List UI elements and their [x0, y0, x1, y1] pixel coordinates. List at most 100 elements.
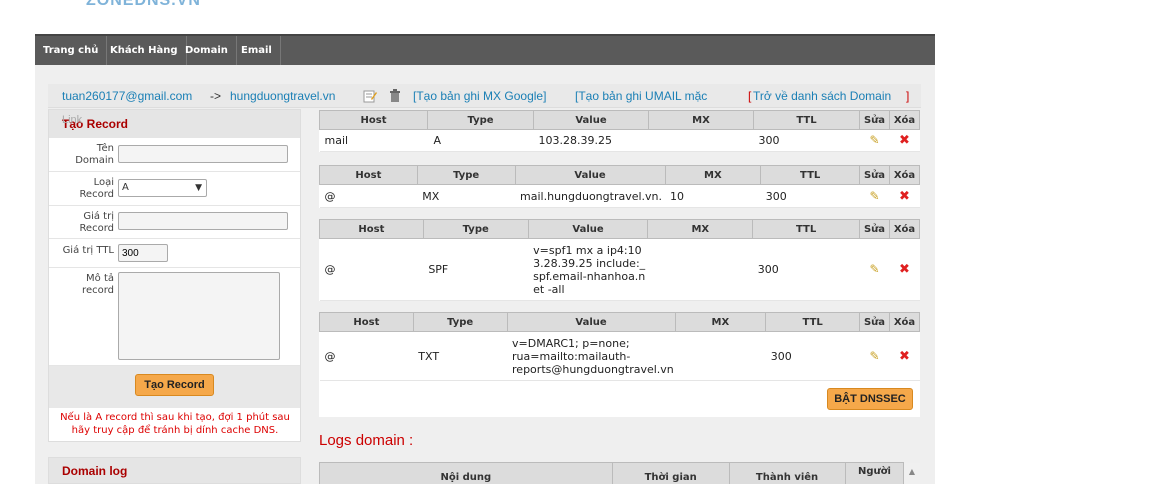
delete-cell: ✖ — [889, 331, 920, 381]
cell-host: @ — [319, 184, 418, 208]
header-content: Nội dung — [319, 462, 613, 484]
ttl-label: Giá trị TTL — [62, 245, 114, 256]
delete-cell: ✖ — [889, 129, 920, 152]
header-value: Value — [506, 312, 676, 332]
row-ttl: Giá trị TTL — [49, 239, 300, 268]
header-delete: Xóa — [888, 219, 921, 239]
header-type: Type — [412, 312, 508, 332]
header-type: Type — [416, 165, 516, 185]
cell-mx: 10 — [665, 184, 761, 208]
cell-host: @ — [319, 331, 414, 381]
header-host: Host — [319, 219, 424, 239]
create-umail-link[interactable]: [Tạo bản ghi UMAIL mặc — [575, 89, 707, 103]
header-member: Thành viên — [728, 462, 846, 484]
domain-link[interactable]: hungduongtravel.vn — [230, 89, 335, 103]
header-mx: MX — [674, 312, 767, 332]
header-type: Type — [422, 219, 529, 239]
page: ZONEDNS.VN Trang chủ Khách Hàng Domain E… — [0, 0, 1162, 484]
pencil-icon[interactable]: ✎ — [868, 134, 881, 146]
ttl-input[interactable] — [118, 244, 168, 262]
domain-log-panel-title: Domain log — [48, 457, 301, 484]
table-row: @ MX mail.hungduongtravel.vn. 10 300 ✎ ✖ — [319, 184, 920, 208]
record-value-label: Giá trị Record — [79, 211, 114, 234]
pencil-icon[interactable]: ✎ — [868, 350, 881, 362]
record-table-spf: Host Type Value MX TTL Sửa Xóa @ SPF v=s… — [319, 219, 921, 301]
header-delete: Xóa — [889, 312, 920, 332]
pencil-icon[interactable]: ✎ — [868, 190, 881, 202]
account-link[interactable]: tuan260177@gmail.com — [62, 89, 192, 103]
cell-value: 103.28.39.25 — [533, 129, 649, 152]
header-value: Value — [514, 165, 666, 185]
back-bracket-close: ] — [906, 89, 910, 103]
site-logo[interactable]: ZONEDNS.VN — [86, 0, 201, 10]
cell-value: v=DMARC1; p=none; rua=mailto:mailauth-re… — [507, 331, 676, 381]
scroll-up-icon[interactable]: ▲ — [904, 465, 920, 484]
header-edit: Sửa — [859, 165, 890, 185]
cell-mx — [648, 129, 754, 152]
cell-value: mail.hungduongtravel.vn. — [515, 184, 666, 208]
create-record-title: Link Tạo Record — [49, 110, 300, 138]
cell-type: TXT — [413, 331, 508, 381]
delete-cell: ✖ — [889, 184, 920, 208]
create-mx-google-link[interactable]: [Tạo bản ghi MX Google] — [413, 89, 546, 103]
nav-email[interactable]: Email — [233, 36, 281, 65]
x-icon[interactable]: ✖ — [899, 190, 910, 203]
trash-icon[interactable] — [388, 89, 401, 102]
cell-host: @ — [319, 238, 424, 301]
domain-topbar: tuan260177@gmail.com -> hungduongtravel.… — [48, 84, 921, 108]
back-to-domain-list-link[interactable]: Trở về danh sách Domain — [753, 89, 891, 103]
header-value: Value — [533, 110, 649, 130]
header-edit: Sửa — [859, 312, 890, 332]
header-ttl: TTL — [765, 312, 861, 332]
table-row: mail A 103.28.39.25 300 ✎ ✖ — [319, 129, 920, 152]
create-record-panel: Link Tạo Record Tên Domain Loại Record A… — [48, 109, 301, 442]
header-type: Type — [427, 110, 534, 130]
table-row: @ SPF v=spf1 mx a ip4:103.28.39.25 inclu… — [319, 238, 920, 301]
edit-cell: ✎ — [859, 238, 890, 301]
enable-dnssec-button[interactable]: BẬT DNSSEC — [827, 388, 913, 410]
header-delete: Xóa — [889, 110, 920, 130]
header-person: Người — [844, 462, 905, 484]
x-icon[interactable]: ✖ — [899, 134, 910, 147]
header-host: Host — [319, 110, 428, 130]
cell-host: mail — [319, 129, 428, 152]
x-icon[interactable]: ✖ — [899, 350, 910, 363]
record-table-mail: Host Type Value MX TTL Sửa Xóa mail A 10… — [319, 110, 920, 152]
cell-mx — [675, 331, 766, 381]
row-domain-name: Tên Domain — [49, 138, 300, 172]
record-type-select[interactable]: A ▼ — [118, 179, 207, 197]
cell-ttl: 300 — [765, 331, 860, 381]
cell-type: SPF — [423, 238, 529, 301]
description-label: Mô tả record — [82, 273, 114, 296]
cache-note: Nếu là A record thì sau khi tạo, đợi 1 p… — [60, 412, 290, 436]
note-icon[interactable] — [363, 89, 377, 103]
chevron-down-icon: ▼ — [195, 183, 202, 193]
description-textarea[interactable] — [118, 272, 280, 360]
header-edit: Sửa — [859, 219, 890, 239]
header-value: Value — [527, 219, 649, 239]
cell-ttl: 300 — [760, 184, 860, 208]
edit-cell: ✎ — [859, 129, 890, 152]
cell-type: MX — [417, 184, 516, 208]
header-host: Host — [319, 312, 414, 332]
cell-type: A — [427, 129, 534, 152]
arrow-text: -> — [210, 89, 222, 103]
header-host: Host — [319, 165, 418, 185]
main-nav: Trang chủ Khách Hàng Domain Email — [35, 34, 935, 65]
record-table-mx: Host Type Value MX TTL Sửa Xóa @ MX mail… — [319, 165, 921, 208]
header-edit: Sửa — [859, 110, 890, 130]
domain-name-input[interactable] — [118, 145, 288, 163]
header-mx: MX — [664, 165, 762, 185]
record-value-input[interactable] — [118, 212, 288, 230]
nav-domain[interactable]: Domain — [177, 36, 237, 65]
header-time: Thời gian — [611, 462, 730, 484]
nav-khach-hang[interactable]: Khách Hàng — [102, 36, 187, 65]
nav-trang-chu[interactable]: Trang chủ — [35, 36, 108, 65]
record-type-label: Loại Record — [79, 177, 114, 200]
cell-mx — [647, 238, 753, 301]
x-icon[interactable]: ✖ — [899, 263, 910, 276]
pencil-icon[interactable]: ✎ — [868, 263, 881, 275]
create-record-button[interactable]: Tạo Record — [135, 374, 214, 396]
logs-domain-title: Logs domain : — [319, 432, 414, 449]
edit-cell: ✎ — [859, 331, 890, 381]
